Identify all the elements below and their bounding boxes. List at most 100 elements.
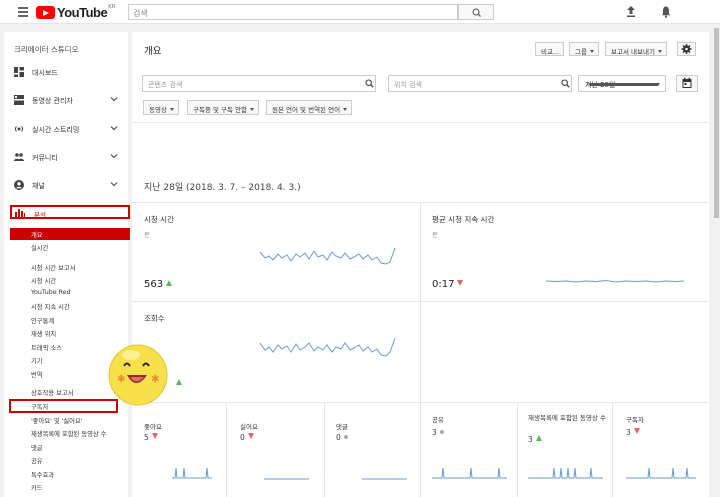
sidebar-subitem-realtime[interactable]: 실시간 (31, 243, 48, 252)
menu-icon[interactable] (18, 7, 28, 17)
sidebar-subitem-interaction-reports[interactable]: 상호작용 보고서 (31, 388, 74, 397)
scrollbar[interactable] (713, 24, 720, 497)
bell-icon[interactable] (660, 5, 672, 18)
trend-down-icon (457, 280, 464, 286)
scrollbar-thumb[interactable] (714, 28, 719, 218)
likes-label: 좋아요 (144, 423, 162, 431)
calendar-button[interactable] (676, 75, 698, 92)
location-search-placeholder: 위치 검색 (394, 81, 422, 89)
chevron-down-icon (589, 50, 594, 53)
sidebar-item-label: 동영상 관리자 (32, 97, 73, 105)
sidebar-subitem-devices[interactable]: 기기 (31, 356, 43, 365)
sidebar-item-channel[interactable]: 채널 (4, 175, 128, 195)
sidebar-subitem-demographics[interactable]: 인구통계 (31, 316, 54, 325)
chevron-down-icon (169, 108, 174, 111)
filter-video-button[interactable]: 동영상 (143, 100, 179, 115)
views-trend (173, 379, 182, 388)
sidebar-subitem-playback-locations[interactable]: 재생 위치 (31, 329, 56, 338)
sidebar-subitem-watch-time[interactable]: 시청 시간 (31, 276, 56, 285)
logo-text: YouTube (57, 5, 108, 20)
subscribers-highlight (9, 399, 118, 413)
chevron-down-icon[interactable] (110, 95, 118, 103)
chevron-down-icon[interactable] (110, 152, 118, 160)
sidebar-subitem-annotations[interactable]: 특수효과 (31, 470, 54, 479)
location-search-input[interactable]: 위치 검색 (388, 75, 572, 92)
divider (420, 202, 421, 402)
sidebar-subitem-sharing[interactable]: 공유 (31, 456, 43, 465)
search-button[interactable] (458, 4, 494, 20)
sidebar-subitem-youtube-red[interactable]: YouTube Red (31, 289, 71, 296)
page-title: 개요 (144, 46, 162, 57)
sidebar-item-video-manager[interactable]: 동영상 관리자 (4, 90, 128, 110)
playlist-videos-number: 3 (528, 435, 533, 444)
playlist-videos-value: 3 (528, 435, 542, 444)
chevron-down-icon (588, 83, 660, 86)
dislikes-value: 0 (240, 433, 254, 442)
live-icon (14, 126, 24, 132)
gear-icon (681, 44, 692, 54)
date-range-select[interactable]: 지난 28일 (578, 75, 666, 92)
likes-number: 5 (144, 433, 149, 442)
sidebar-item-label: 커뮤니티 (32, 154, 58, 162)
dislikes-sparkline (264, 478, 309, 480)
trend-down-icon (247, 433, 254, 439)
chevron-down-icon (343, 108, 348, 111)
subscribers-number: 3 (626, 428, 631, 437)
export-report-button[interactable]: 보고서 내보내기 (605, 42, 667, 56)
sidebar-subitem-watch-time-reports[interactable]: 시청 시간 보고서 (31, 263, 76, 272)
upload-icon[interactable] (625, 5, 637, 18)
compare-button[interactable]: 비교... (535, 42, 565, 56)
divider (132, 122, 709, 123)
sidebar-item-label: 분석 (34, 211, 46, 219)
sidebar-subitem-traffic-sources[interactable]: 트래픽 소스 (31, 343, 62, 352)
views-sparkline (259, 337, 396, 357)
filter-label: 구독중 및 구독 안함 (193, 106, 248, 114)
sidebar-item-analytics[interactable]: 분석 (10, 205, 130, 219)
content-search-input[interactable]: 콘텐츠 검색 (142, 75, 376, 92)
chevron-down-icon (657, 50, 662, 53)
sidebar-item-dashboard[interactable]: 대시보드 (4, 62, 128, 82)
filter-language-button[interactable]: 원본 언어 및 번역된 언어 (266, 100, 353, 115)
subscribers-label: 구독자 (626, 416, 644, 424)
group-button[interactable]: 그룹 (569, 42, 599, 56)
likes-value: 5 (144, 433, 158, 442)
sidebar-subitem-translations[interactable]: 번역 (31, 370, 43, 379)
comments-sparkline (362, 478, 407, 480)
divider (420, 402, 421, 497)
chevron-down-icon[interactable] (110, 124, 118, 132)
trend-neutral-icon (439, 430, 444, 434)
sidebar-subitem-videos-in-playlists[interactable]: 재생목록에 포함된 동영상 수 (31, 429, 107, 438)
sidebar-subitem-cards[interactable]: 카드 (31, 483, 43, 492)
sidebar-subitem-audience-retention[interactable]: 시청 지속 시간 (31, 302, 70, 311)
avg-duration-sparkline (545, 279, 685, 283)
views-label: 조회수 (144, 314, 165, 323)
comments-number: 0 (336, 433, 341, 442)
youtube-logo[interactable]: YouTube KR (36, 4, 116, 20)
filter-subscription-button[interactable]: 구독중 및 구독 안함 (187, 100, 260, 115)
settings-button[interactable] (677, 42, 696, 56)
dislikes-number: 0 (240, 433, 245, 442)
divider (226, 402, 227, 497)
trend-down-icon (633, 428, 640, 434)
channel-icon (14, 180, 24, 190)
sidebar-item-live[interactable]: 실시간 스트리밍 (4, 119, 128, 139)
sidebar-subitem-subscribers[interactable]: 구독자 (31, 402, 48, 411)
shares-value: 3 (432, 428, 444, 437)
search-icon[interactable] (561, 79, 570, 88)
sidebar-item-community[interactable]: 커뮤니티 (4, 147, 128, 167)
period-label: 지난 28일 (2018. 3. 7. – 2018. 4. 3.) (144, 183, 301, 193)
watch-time-label: 시청 시간 (144, 215, 174, 224)
dislikes-label: 싫어요 (240, 423, 258, 431)
chevron-down-icon[interactable] (110, 180, 118, 188)
youtube-play-icon (36, 6, 55, 19)
sidebar-subitem-comments[interactable]: 댓글 (31, 443, 43, 452)
sidebar: 크리에이터 스튜디오 대시보드 동영상 관리자 실시간 스트리밍 커뮤니티 채널… (4, 32, 130, 497)
sidebar-subitem-likes-dislikes[interactable]: '좋아요' 및 '싫어요' (31, 416, 82, 425)
search-placeholder: 검색 (133, 9, 148, 18)
sidebar-subitem-overview[interactable]: 개요 (10, 228, 130, 240)
trend-up-icon (166, 280, 173, 286)
sidebar-item-label: 대시보드 (32, 69, 58, 77)
comments-label: 댓글 (336, 423, 348, 431)
search-input[interactable]: 검색 (128, 4, 458, 20)
search-icon[interactable] (365, 79, 374, 88)
